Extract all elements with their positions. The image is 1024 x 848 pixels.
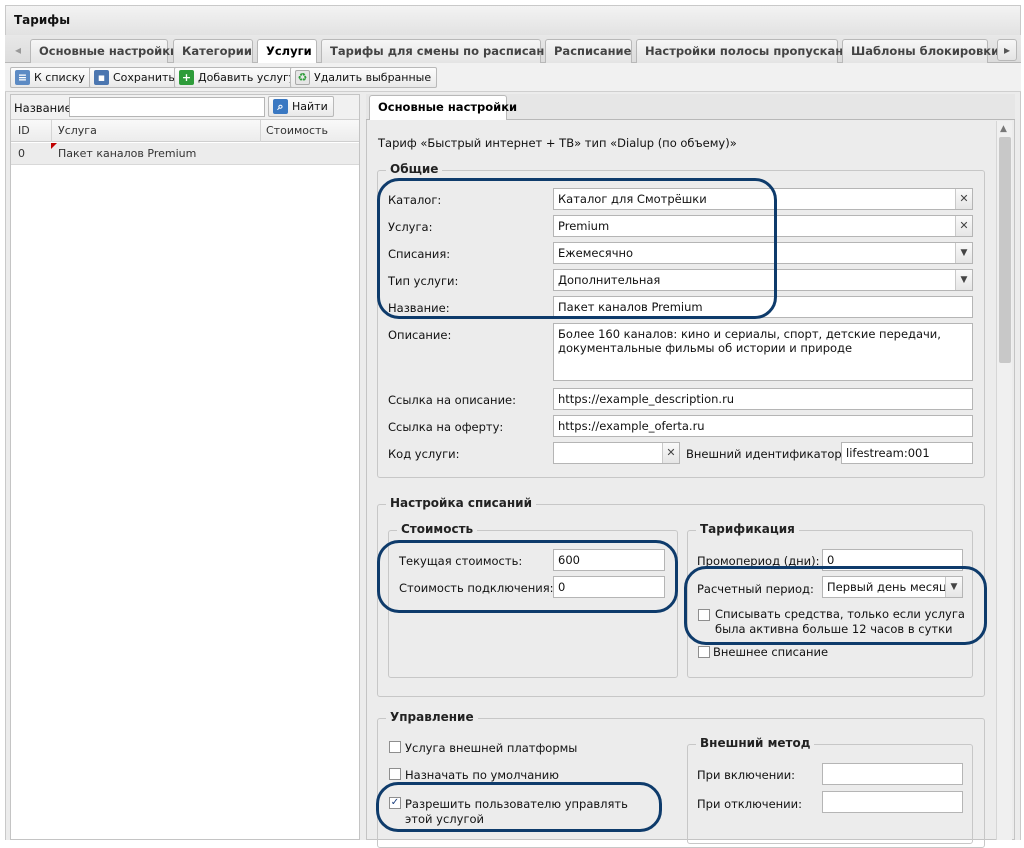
toolbar: ≡ К списку ▪ Сохранить + Добавить услугу… (5, 63, 1021, 92)
list-icon: ≡ (15, 70, 30, 85)
highlight-billing-fields (684, 566, 987, 645)
save-icon: ▪ (94, 70, 109, 85)
tab-schedule[interactable]: Расписание (545, 39, 632, 63)
window-title-bar: Тарифы (5, 5, 1021, 35)
find-label: Найти (292, 100, 328, 113)
offer-link-field[interactable]: https://example_oferta.ru (553, 415, 973, 437)
tariff-header-text: Тариф «Быстрый интернет + ТВ» тип «Dialu… (378, 136, 737, 150)
charges-legend: Настройка списаний (386, 496, 537, 510)
modified-marker-icon (51, 143, 57, 149)
highlight-cost-fields (377, 540, 678, 613)
external-id-field[interactable]: lifestream:001 (841, 442, 973, 464)
cost-legend: Стоимость (397, 522, 478, 536)
on-enable-label: При включении: (697, 768, 796, 782)
services-list-panel: Название: ⌕ Найти ID Услуга Стоимость 0 … (10, 94, 360, 840)
delete-selected-button[interactable]: ♻ Удалить выбранные (290, 67, 438, 88)
clear-icon[interactable]: ✕ (662, 443, 679, 463)
column-cost[interactable]: Стоимость (266, 124, 328, 137)
service-code-field[interactable]: ✕ (553, 442, 680, 464)
delete-selected-label: Удалить выбранные (314, 71, 432, 84)
recycle-icon: ♻ (295, 70, 310, 85)
external-id-label: Внешний идентификатор: (686, 447, 846, 461)
general-legend: Общие (386, 162, 443, 176)
scroll-up-icon[interactable]: ▲ (1000, 124, 1007, 134)
back-to-list-label: К списку (34, 71, 85, 84)
description-link-label: Ссылка на описание: (388, 393, 516, 407)
main-tabstrip: ◂ Основные настройки Категории Услуги Та… (5, 35, 1021, 64)
highlight-general-fields (377, 178, 777, 319)
save-label: Сохранить (113, 71, 175, 84)
add-service-button[interactable]: + Добавить услугу (174, 67, 302, 88)
external-charge-checkbox[interactable] (698, 646, 710, 658)
search-label: Название: (14, 101, 76, 115)
assign-default-checkbox[interactable] (389, 768, 401, 780)
chevron-down-icon[interactable]: ▼ (955, 270, 972, 290)
management-legend: Управление (386, 710, 478, 724)
column-id[interactable]: ID (18, 124, 30, 137)
clear-icon[interactable]: ✕ (955, 216, 972, 236)
external-charge-label: Внешнее списание (713, 645, 829, 659)
add-icon: + (179, 70, 194, 85)
external-platform-checkbox[interactable] (389, 741, 401, 753)
tab-bandwidth[interactable]: Настройки полосы пропускания (636, 39, 859, 63)
tab-main-settings[interactable]: Основные настройки (30, 39, 178, 63)
search-icon: ⌕ (273, 99, 288, 114)
detail-scrollbar[interactable]: ▲ (996, 121, 1012, 840)
row-id: 0 (18, 147, 25, 160)
service-code-label: Код услуги: (388, 447, 460, 461)
column-service[interactable]: Услуга (58, 124, 97, 137)
tab-scheduled-tariffs[interactable]: Тарифы для смены по расписанию (321, 39, 564, 63)
tab-services[interactable]: Услуги (257, 39, 317, 64)
tariffication-legend: Тарификация (696, 522, 799, 536)
row-service: Пакет каналов Premium (58, 147, 197, 160)
assign-default-label: Назначать по умолчанию (405, 768, 559, 782)
description-link-field[interactable]: https://example_description.ru (553, 388, 973, 410)
tab-block-templates[interactable]: Шаблоны блокировки (842, 39, 999, 63)
on-enable-field[interactable] (822, 763, 963, 785)
chevron-down-icon[interactable]: ▼ (955, 243, 972, 263)
add-service-label: Добавить услугу (198, 71, 296, 84)
search-input[interactable] (69, 97, 265, 117)
scroll-thumb[interactable] (999, 137, 1011, 363)
external-platform-label: Услуга внешней платформы (405, 741, 578, 755)
clear-icon[interactable]: ✕ (955, 189, 972, 209)
grid-header: ID Услуга Стоимость (11, 120, 359, 142)
detail-tabstrip: Основные настройки (366, 94, 1015, 120)
highlight-allow-user (376, 782, 662, 832)
search-row: Название: ⌕ Найти (11, 95, 359, 120)
tab-scroll-left-icon[interactable]: ◂ (9, 40, 27, 62)
description-textarea[interactable]: Более 160 каналов: кино и сериалы, спорт… (553, 323, 973, 381)
offer-link-label: Ссылка на оферту: (388, 420, 504, 434)
tab-categories[interactable]: Категории (173, 39, 253, 63)
tab-scroll-right-icon[interactable]: ▸ (997, 39, 1017, 61)
find-button[interactable]: ⌕ Найти (268, 96, 334, 117)
column-separator (51, 120, 52, 142)
tab-detail-main-settings[interactable]: Основные настройки (369, 95, 517, 120)
on-disable-field[interactable] (822, 791, 963, 813)
description-label: Описание: (388, 328, 452, 342)
back-to-list-button[interactable]: ≡ К списку (10, 67, 91, 88)
save-button[interactable]: ▪ Сохранить (89, 67, 181, 88)
column-separator (260, 120, 261, 142)
table-row[interactable]: 0 Пакет каналов Premium (11, 143, 359, 165)
external-method-legend: Внешний метод (696, 736, 815, 750)
window-title: Тарифы (14, 13, 71, 27)
on-disable-label: При отключении: (697, 797, 802, 811)
